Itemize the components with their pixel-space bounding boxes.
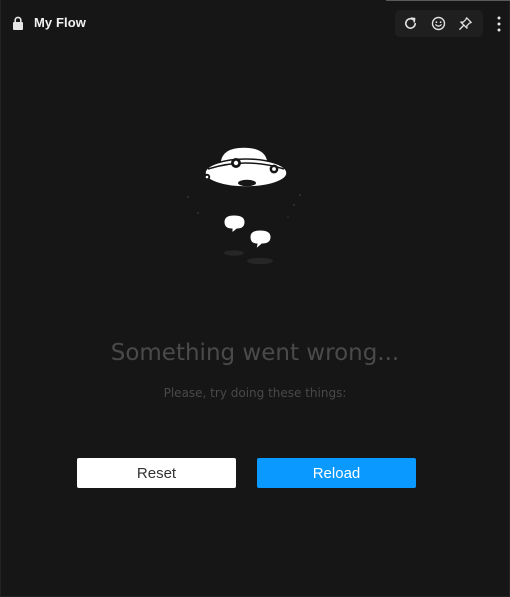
lock-icon: [13, 16, 23, 30]
more-vertical-icon[interactable]: [492, 15, 506, 33]
reload-button[interactable]: Reload: [257, 458, 416, 488]
header-bar: My Flow: [1, 0, 509, 46]
error-heading: Something went wrong...: [110, 340, 400, 366]
pin-icon[interactable]: [457, 15, 474, 32]
refresh-icon[interactable]: [402, 15, 419, 32]
toolbar: [395, 10, 483, 37]
flow-title: My Flow: [34, 15, 86, 30]
ufo-illustration: [186, 146, 302, 265]
smiley-icon[interactable]: [430, 15, 447, 32]
app-window: My Flow Something went wrong... Please, …: [0, 0, 510, 597]
error-subtext: Please, try doing these things:: [163, 386, 347, 400]
reset-button[interactable]: Reset: [77, 458, 236, 488]
